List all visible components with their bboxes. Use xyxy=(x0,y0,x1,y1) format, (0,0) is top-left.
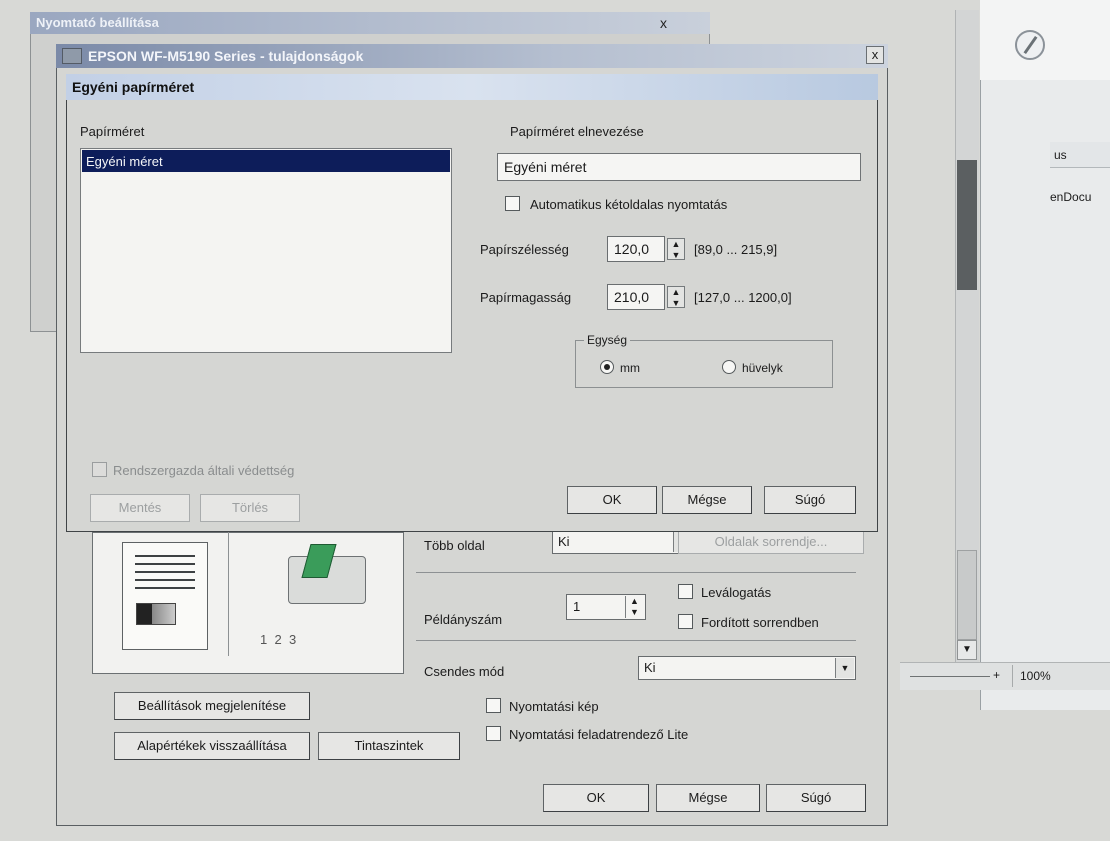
admin-protect-checkbox[interactable]: Rendszergazda általi védettség xyxy=(92,462,294,478)
scrollbar-lower-area[interactable] xyxy=(957,550,977,640)
custom-help-button[interactable]: Súgó xyxy=(764,486,856,514)
checkbox-box[interactable] xyxy=(678,584,693,599)
text-line xyxy=(135,571,195,573)
paper-width-spinner-icon[interactable]: ▲ ▼ xyxy=(667,238,685,260)
text-line xyxy=(135,579,195,581)
copies-spinner-icon[interactable]: ▲ ▼ xyxy=(625,596,643,618)
scrollbar-thumb[interactable] xyxy=(957,160,977,290)
chevron-down-icon[interactable]: ▼ xyxy=(835,658,854,678)
radio-unselected[interactable] xyxy=(722,360,736,374)
paper-size-label: Papírméret xyxy=(80,124,145,139)
quiet-mode-label: Csendes mód xyxy=(424,664,505,679)
paper-width-label: Papírszélesség xyxy=(480,242,569,257)
unit-mm-radio[interactable]: mm xyxy=(600,360,640,375)
print-preview-label: Nyomtatási kép xyxy=(509,699,599,714)
zoom-in-icon[interactable]: + xyxy=(993,668,1000,682)
checkbox-box[interactable] xyxy=(486,698,501,713)
paper-height-label: Papírmagasság xyxy=(480,290,572,305)
unit-inch-label: hüvelyk xyxy=(742,361,783,375)
printer-settings-close-button[interactable]: x xyxy=(660,15,667,31)
reverse-order-checkbox[interactable]: Fordított sorrendben xyxy=(678,614,819,630)
background-column-header: us xyxy=(1050,142,1110,168)
background-document-label: enDocu xyxy=(1050,190,1092,204)
copies-label: Példányszám xyxy=(424,612,503,627)
ok-button[interactable]: OK xyxy=(543,784,649,812)
divider xyxy=(416,640,856,641)
delete-button[interactable]: Törlés xyxy=(200,494,300,522)
quiet-mode-value: Ki xyxy=(644,660,656,675)
print-preview-checkbox[interactable]: Nyomtatási kép xyxy=(486,698,599,714)
paper-height-spinner-icon[interactable]: ▲ ▼ xyxy=(667,286,685,308)
paper-name-label: Papírméret elnevezése xyxy=(510,124,644,139)
paper-height-range: [127,0 ... 1200,0] xyxy=(694,290,792,305)
checkbox-box[interactable] xyxy=(505,196,520,211)
job-arranger-checkbox[interactable]: Nyomtatási feladatrendező Lite xyxy=(486,726,688,742)
text-line xyxy=(135,587,195,589)
checkbox-box[interactable] xyxy=(92,462,107,477)
paper-height-value: 210,0 xyxy=(614,289,650,305)
scroll-down-arrow-icon[interactable]: ▼ xyxy=(957,640,977,660)
paper-name-input[interactable]: Egyéni méret xyxy=(497,153,861,181)
page-stack-icon: 2 xyxy=(274,632,282,647)
custom-ok-button[interactable]: OK xyxy=(567,486,657,514)
ink-levels-button[interactable]: Tintaszintek xyxy=(318,732,460,760)
zoom-level: 100% xyxy=(1020,669,1051,683)
divider xyxy=(1012,665,1013,687)
admin-protect-label: Rendszergazda általi védettség xyxy=(113,463,295,478)
show-settings-button[interactable]: Beállítások megjelenítése xyxy=(114,692,310,720)
background-app-panel xyxy=(980,0,1110,710)
zoom-bar: + 100% xyxy=(900,662,1110,690)
unit-group-label: Egység xyxy=(584,333,631,347)
background-app-toolbar xyxy=(980,0,1110,80)
custom-cancel-button[interactable]: Mégse xyxy=(662,486,752,514)
save-button[interactable]: Mentés xyxy=(90,494,190,522)
paper-name-value: Egyéni méret xyxy=(504,159,587,175)
unit-mm-label: mm xyxy=(620,361,640,375)
paper-width-input[interactable]: 120,0 xyxy=(607,236,665,262)
collate-checkbox[interactable]: Leválogatás xyxy=(678,584,771,600)
multi-page-select[interactable]: Ki ▼ xyxy=(552,530,694,554)
auto-duplex-checkbox[interactable]: Automatikus kétoldalas nyomtatás xyxy=(505,196,727,212)
paper-width-value: 120,0 xyxy=(614,241,650,257)
printer-icon xyxy=(62,48,82,64)
custom-paper-size-title: Egyéni papírméret xyxy=(66,74,878,100)
divider xyxy=(416,572,856,573)
paper-size-list[interactable] xyxy=(80,148,452,353)
page-order-button[interactable]: Oldalak sorrendje... xyxy=(678,530,864,554)
checkbox-box[interactable] xyxy=(678,614,693,629)
copies-value: 1 xyxy=(573,599,581,614)
help-button[interactable]: Súgó xyxy=(766,784,866,812)
collate-label: Leválogatás xyxy=(701,585,772,600)
properties-close-button[interactable]: x xyxy=(866,46,884,64)
paper-height-input[interactable]: 210,0 xyxy=(607,284,665,310)
printer-settings-title: Nyomtató beállítása xyxy=(30,12,710,34)
page-stack-icon: 1 xyxy=(260,632,268,647)
document-preview-icon xyxy=(122,542,208,650)
cancel-button[interactable]: Mégse xyxy=(656,784,760,812)
page-stack-icon: 3 xyxy=(288,632,297,647)
radio-selected[interactable] xyxy=(600,360,614,374)
quiet-mode-select[interactable]: Ki ▼ xyxy=(638,656,856,680)
restore-defaults-button[interactable]: Alapértékek visszaállítása xyxy=(114,732,310,760)
text-line xyxy=(135,555,195,557)
reverse-order-label: Fordított sorrendben xyxy=(701,615,819,630)
grayscale-sample-icon xyxy=(136,603,176,625)
checkbox-box[interactable] xyxy=(486,726,501,741)
collate-icons: 1 2 3 xyxy=(260,632,296,647)
list-item[interactable]: Egyéni méret xyxy=(82,150,450,172)
unit-inch-radio[interactable]: hüvelyk xyxy=(722,360,783,375)
properties-dialog-title: EPSON WF-M5190 Series - tulajdonságok xyxy=(56,44,888,68)
paper-width-range: [89,0 ... 215,9] xyxy=(694,242,778,257)
text-line xyxy=(135,563,195,565)
job-arranger-label: Nyomtatási feladatrendező Lite xyxy=(509,727,689,742)
multi-page-value: Ki xyxy=(558,534,570,549)
divider xyxy=(228,532,229,656)
multi-page-label: Több oldal xyxy=(424,538,485,553)
zoom-slider[interactable] xyxy=(910,676,990,677)
auto-duplex-label: Automatikus kétoldalas nyomtatás xyxy=(530,197,728,212)
compass-icon[interactable] xyxy=(1015,30,1045,60)
